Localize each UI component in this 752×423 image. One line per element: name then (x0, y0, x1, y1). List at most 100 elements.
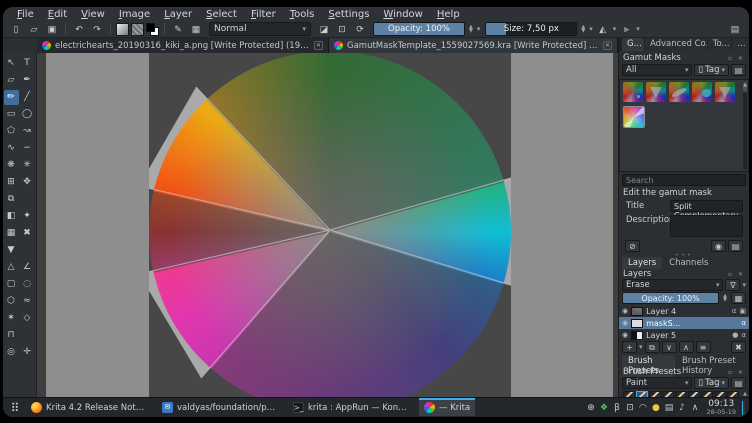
tool-calligraphy[interactable]: ✒ (20, 73, 35, 88)
add-layer-button[interactable]: + (622, 341, 637, 353)
save-button[interactable]: ▣ (44, 22, 60, 36)
layer-row-layer4[interactable]: ◉ Layer 4 α ▣ (619, 305, 749, 317)
tool-gradient[interactable]: ◧ (4, 209, 19, 224)
tool-rectangle[interactable]: ▭ (4, 107, 19, 122)
tool-transform[interactable]: ⊞ (4, 175, 19, 190)
chevron-down-icon[interactable]: ▾ (742, 281, 746, 289)
blending-mode-dropdown[interactable]: Normal ▾ (209, 22, 311, 36)
tool-magnetic-select[interactable]: ⊓ (4, 328, 19, 343)
gamut-mask-thumb-dominant[interactable] (623, 82, 643, 102)
delete-layer-button[interactable]: ✖ (731, 341, 746, 353)
tool-move[interactable]: ✥ (20, 175, 35, 190)
alpha-lock-icon[interactable]: α (732, 307, 737, 315)
tool-polyline[interactable]: ↝ (20, 124, 35, 139)
close-tab-icon[interactable]: ✕ (603, 41, 612, 50)
menu-item[interactable]: Layer (158, 9, 198, 20)
tag-button[interactable]: ▯ Tag ▾ (694, 64, 729, 76)
visibility-eye-icon[interactable]: ◉ (622, 307, 628, 315)
brush-size-slider[interactable]: Size: 7,50 px (485, 22, 578, 36)
gamut-mask-thumb-blade[interactable] (669, 82, 689, 102)
network-tray-icon[interactable]: ❖ (598, 403, 609, 413)
brush-preset-chooser-button[interactable]: ▦ (188, 22, 204, 36)
tool-pattern[interactable]: ▦ (4, 226, 19, 241)
preview-mask-button[interactable]: ◉ (711, 240, 726, 252)
gamut-mask-thumb-complementary[interactable] (646, 82, 666, 102)
visibility-eye-icon[interactable]: ◉ (622, 331, 628, 339)
mask-search-input[interactable]: Search (622, 174, 746, 186)
gamut-mask-thumb-split-complementary[interactable] (624, 107, 644, 127)
lock-tray-icon[interactable]: ● (650, 403, 661, 413)
docker-tab[interactable]: G... (622, 38, 644, 51)
docker-float-close-icons[interactable]: ▫ ✕ (728, 271, 745, 278)
mirror-button[interactable]: ◭ (595, 22, 611, 36)
display-tray-icon[interactable]: ⊡ (624, 403, 635, 413)
tool-zoom[interactable]: ◎ (4, 345, 19, 360)
display-settings-button[interactable]: ▤ (731, 64, 746, 76)
menu-item[interactable]: Settings (322, 9, 375, 20)
layer-opacity-slider[interactable]: Opacity: 100% (622, 292, 720, 304)
foreground-background-colors[interactable] (146, 22, 159, 36)
tool-similar-select[interactable]: ✶ (4, 311, 19, 326)
menu-item[interactable]: Help (431, 9, 466, 20)
docker-float-close-icons[interactable]: ▫ ✕ (728, 369, 745, 376)
gamut-mask-thumb-triad[interactable] (715, 82, 735, 102)
tool-multibrush[interactable]: ✳ (20, 158, 35, 173)
tool-freehand-select[interactable]: ≈ (20, 294, 35, 309)
menu-item[interactable]: Tools (284, 9, 321, 20)
docker-tab[interactable]: Advanced Co... (644, 38, 707, 51)
preserve-alpha-button[interactable]: ⊡ (334, 22, 350, 36)
tool-bezier-select[interactable]: ◇ (20, 311, 35, 326)
layer-row-mask-selected[interactable]: ◉ maskS... α (619, 317, 749, 329)
opacity-spinner[interactable]: ▲ ▼ (467, 25, 475, 34)
chevron-down-icon[interactable]: ▾ (639, 343, 643, 351)
undo-button[interactable]: ↶ (71, 22, 87, 36)
tool-rect-select[interactable]: ▢ (4, 277, 19, 292)
chevron-down-icon[interactable]: ▾ (589, 25, 593, 33)
layer-list-settings-button[interactable]: ▦ (731, 292, 746, 304)
layer-blending-dropdown[interactable]: Erase ▾ (622, 279, 724, 291)
wifi-tray-icon[interactable]: ◠ (637, 403, 648, 413)
tool-polygon[interactable]: ⬠ (4, 124, 19, 139)
tool-crop[interactable]: ⧉ (4, 192, 19, 207)
docker-tab[interactable]: To... (707, 38, 732, 51)
layer-filter-button[interactable]: ∇ (725, 279, 741, 291)
tool-ellipse[interactable]: ◯ (20, 107, 35, 122)
menu-item[interactable]: Window (377, 9, 428, 20)
tool-bezier-curve[interactable]: ∿ (4, 141, 19, 156)
open-document-button[interactable]: ▱ (26, 22, 42, 36)
mask-filter-dropdown[interactable]: All ▾ (622, 64, 693, 76)
scroll-up-icon[interactable]: ▲ (743, 82, 747, 88)
tool-pan[interactable]: ✛ (20, 345, 35, 360)
wrap-around-button[interactable]: ⪢ (618, 22, 634, 36)
menu-item[interactable]: Filter (245, 9, 282, 20)
save-mask-button[interactable]: ▤ (728, 240, 743, 252)
tab-channels[interactable]: Channels (663, 257, 715, 269)
menu-item[interactable]: View (75, 9, 111, 20)
menu-item[interactable]: Image (113, 9, 156, 20)
tool-polygon-select[interactable]: ⬡ (4, 294, 19, 309)
mask-list-scrollbar[interactable] (743, 82, 747, 170)
move-layer-down-button[interactable]: ∨ (661, 341, 677, 353)
tool-fill[interactable]: ▼ (4, 243, 19, 258)
brush-filter-dropdown[interactable]: Paint ▾ (622, 377, 693, 389)
tool-ellipse-select[interactable]: ◌ (20, 277, 35, 292)
display-settings-button[interactable]: ▤ (731, 377, 746, 389)
taskbar-task[interactable]: — Krita (419, 397, 476, 416)
opacity-slider[interactable]: Opacity: 100% (373, 22, 465, 36)
bluetooth-tray-icon[interactable]: β (611, 403, 622, 413)
app-launcher-icon[interactable]: ⠿ (7, 401, 23, 415)
tool-color-sampler[interactable]: ✦ (20, 209, 35, 224)
pattern-chooser[interactable] (131, 22, 144, 36)
chevron-down-icon[interactable]: ▾ (613, 25, 617, 33)
layer-row-layer5[interactable]: ◉ Layer 5 ● α (619, 329, 749, 341)
mask-title-input[interactable]: Split Complementary (670, 200, 743, 220)
search-tray-icon[interactable]: ⊕ (585, 403, 596, 413)
chevron-down-icon[interactable]: ▾ (636, 25, 640, 33)
lock-icon[interactable]: ● (732, 331, 738, 339)
volume-muted-tray-icon[interactable]: ♪ (676, 403, 687, 413)
alpha-lock-icon[interactable]: α (741, 331, 746, 339)
canvas[interactable] (37, 53, 618, 397)
mask-description-input[interactable] (670, 215, 743, 237)
duplicate-layer-button[interactable]: ⧉ (644, 341, 660, 353)
gradient-chooser[interactable] (116, 22, 129, 36)
